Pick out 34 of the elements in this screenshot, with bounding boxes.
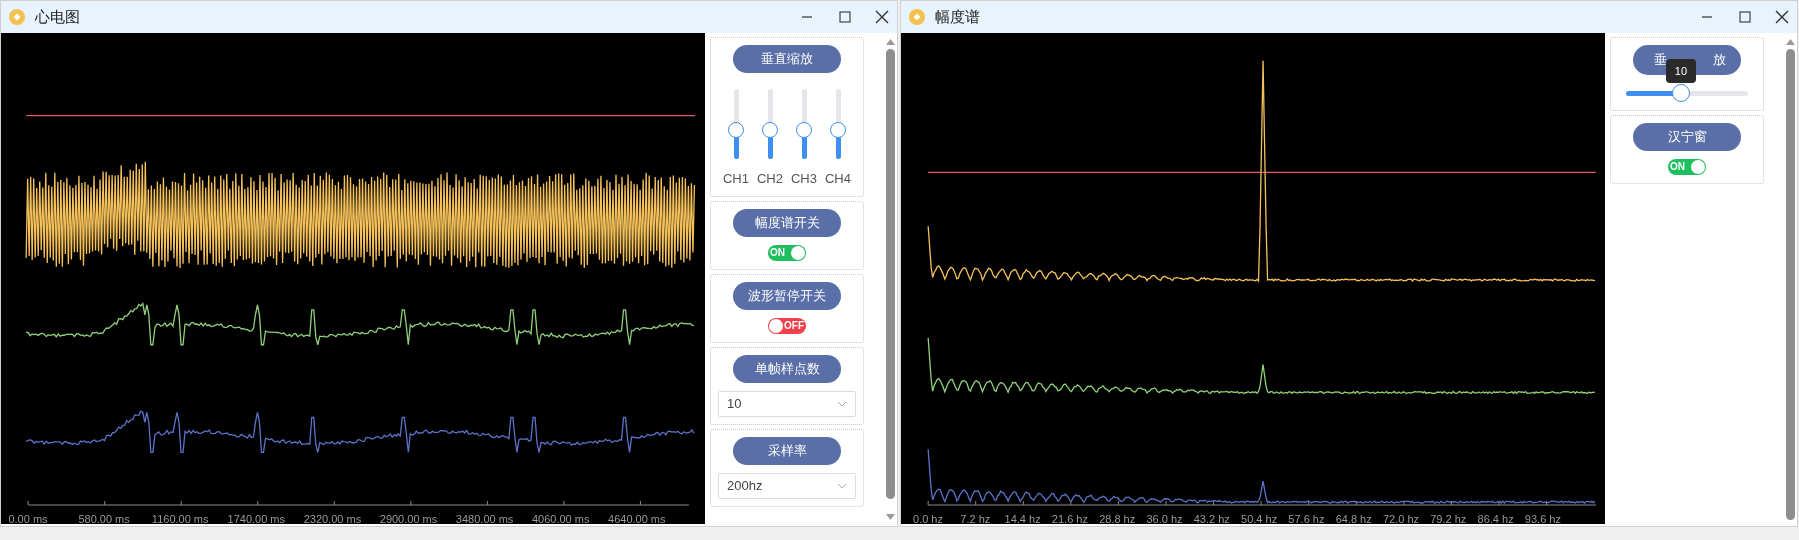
axis-label: 2320.00 ms xyxy=(303,512,362,527)
toggle-label: ON xyxy=(770,247,785,258)
axis-label: 50.4 hz xyxy=(1241,512,1278,527)
axis-label: 14.4 hz xyxy=(1004,512,1041,527)
channel-label: CH3 xyxy=(791,170,817,188)
select-value: 200hz xyxy=(727,476,763,495)
axis-label: 43.2 hz xyxy=(1193,512,1230,527)
select-value: 10 xyxy=(727,394,742,413)
axis-label: 2900.00 ms xyxy=(379,512,438,527)
axis-label: 72.0 hz xyxy=(1382,512,1420,527)
axis-label: 36.0 hz xyxy=(1146,512,1183,527)
axis-label: 79.2 hz xyxy=(1430,512,1467,527)
axis-label: 580.00 ms xyxy=(78,512,130,527)
channel-label: CH2 xyxy=(757,170,783,188)
toggle-label: OFF xyxy=(784,320,804,331)
axis-label: 21.6 hz xyxy=(1051,512,1088,527)
toggle-label: ON xyxy=(1670,162,1685,172)
axis-label: 1160.00 ms xyxy=(151,512,209,527)
channel-label: CH1 xyxy=(723,170,749,188)
window-title: 心电图 xyxy=(35,6,80,27)
axis-label: 7.2 hz xyxy=(960,512,991,527)
window-title: 幅度谱 xyxy=(935,6,980,27)
axis-label: 64.8 hz xyxy=(1335,512,1372,527)
axis-label: 28.8 hz xyxy=(1099,512,1136,527)
axis-label: 1740.00 ms xyxy=(227,512,286,527)
axis-label: 4640.00 ms xyxy=(608,512,666,527)
axis-label: 0.00 ms xyxy=(8,512,48,527)
channel-label: CH4 xyxy=(825,170,851,188)
axis-label: 86.4 hz xyxy=(1477,512,1514,527)
axis-label: 3480.00 ms xyxy=(455,512,514,527)
axis-label: 93.6 hz xyxy=(1524,512,1561,527)
axis-label: 4060.00 ms xyxy=(531,512,590,527)
axis-label: 57.6 hz xyxy=(1288,512,1325,527)
axis-label: 0.0 hz xyxy=(913,512,943,527)
